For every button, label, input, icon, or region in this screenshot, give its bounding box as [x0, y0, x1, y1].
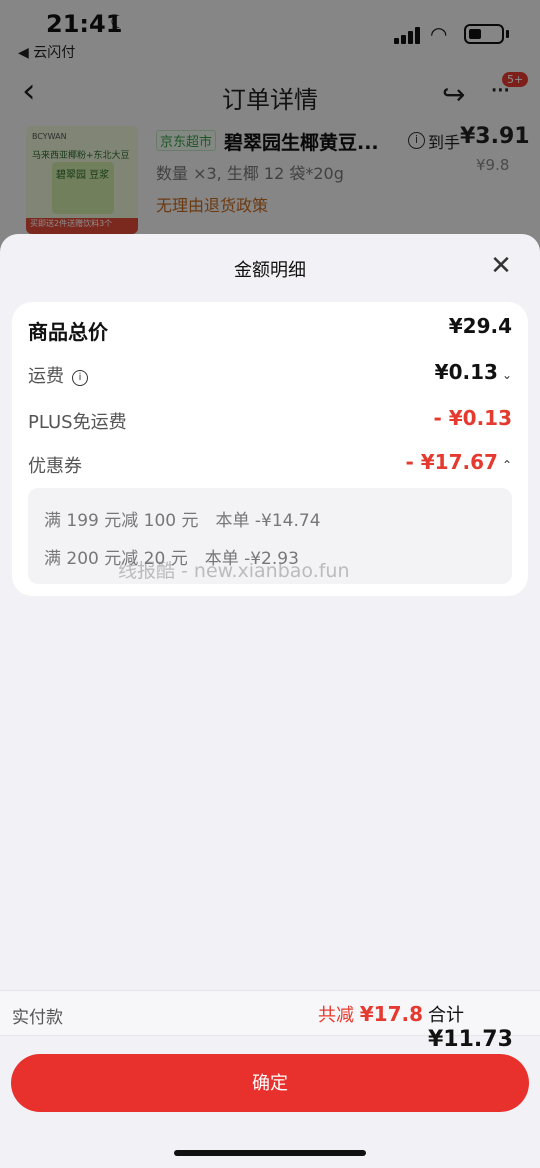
goods-total-value: ¥29.4	[448, 314, 512, 338]
home-indicator[interactable]	[174, 1150, 366, 1156]
coupon-label: 优惠券	[28, 456, 82, 477]
sum-prefix: 合计	[428, 1005, 464, 1026]
coupon-value: - ¥17.67	[405, 450, 498, 474]
chevron-up-icon[interactable]: ⌃	[502, 458, 512, 472]
row-plus-free-shipping: PLUS免运费 - ¥0.13	[28, 406, 512, 438]
shipping-value: ¥0.13	[434, 360, 498, 384]
goods-total-label: 商品总价	[28, 320, 108, 344]
shipping-info-icon[interactable]: i	[72, 370, 88, 386]
chevron-down-icon[interactable]: ⌄	[502, 368, 512, 382]
pay-label: 实付款	[12, 1008, 63, 1028]
payment-summary-bar: 实付款 共减 ¥17.8 合计 ¥11.73	[0, 990, 540, 1052]
plus-value: - ¥0.13	[433, 406, 512, 430]
row-coupon[interactable]: 优惠券 - ¥17.67 ⌃	[28, 450, 512, 482]
watermark: 线报酷 - new.xianbao.fun	[118, 560, 350, 582]
shipping-label: 运费	[28, 366, 64, 387]
amount-card: 商品总价 ¥29.4 运费 i ¥0.13 ⌄ PLUS免运费 - ¥0.13 优惠…	[12, 302, 528, 596]
close-icon[interactable]: ✕	[488, 253, 514, 280]
modal-overlay[interactable]	[0, 0, 540, 260]
discount-prefix: 共减	[318, 1005, 354, 1026]
confirm-button[interactable]: 确定	[11, 1054, 529, 1112]
row-shipping[interactable]: 运费 i ¥0.13 ⌄	[28, 360, 512, 392]
plus-label: PLUS免运费	[28, 412, 127, 433]
sheet-title: 金额明细	[234, 260, 306, 281]
row-goods-total: 商品总价 ¥29.4	[28, 314, 512, 346]
coupon-line-1: 满 199 元减 100 元 本单 -¥14.74	[44, 511, 321, 531]
sum-value: ¥11.73	[428, 1027, 513, 1052]
discount-value: ¥17.8	[359, 1002, 423, 1026]
